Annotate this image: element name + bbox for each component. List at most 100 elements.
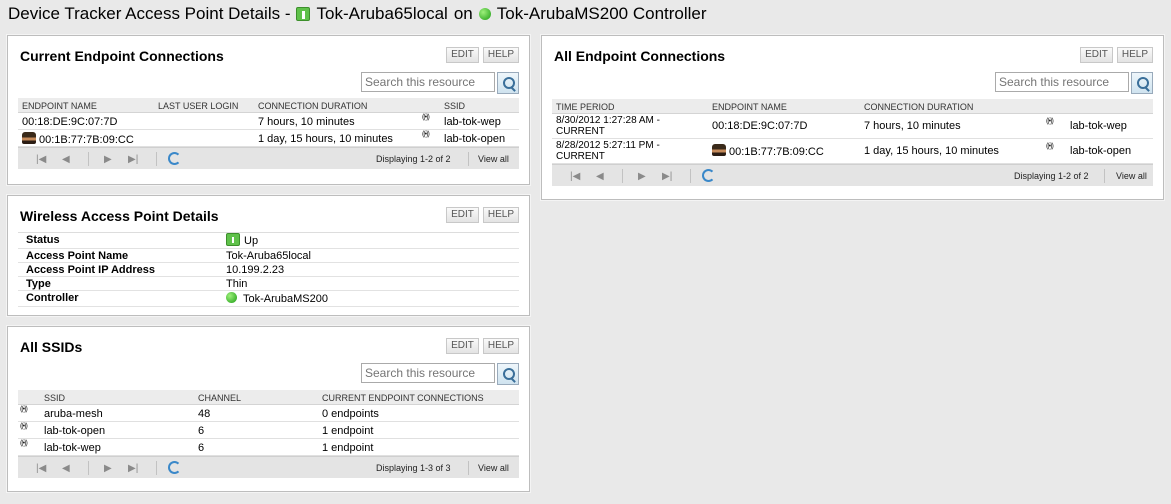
endpoint-name[interactable]: 00:18:DE:9C:07:7D	[22, 116, 117, 128]
wireless-ap-details-panel: Wireless Access Point Details EDIT HELP …	[7, 195, 530, 316]
prev-page-icon[interactable]: ◀	[62, 154, 70, 165]
search-icon[interactable]	[497, 363, 519, 385]
next-page-icon[interactable]: ▶	[104, 463, 112, 474]
detail-row-type: Type Thin	[18, 277, 519, 291]
detail-value: Up	[226, 233, 258, 247]
ssid[interactable]: lab-tok-open	[444, 133, 505, 145]
search-input[interactable]	[995, 72, 1129, 92]
view-all-link[interactable]: View all	[1116, 171, 1147, 181]
column-header[interactable]: SSID	[444, 101, 465, 111]
page-title-ap-name: Tok-Aruba65local	[316, 4, 448, 23]
search-input[interactable]	[361, 72, 495, 92]
refresh-icon[interactable]	[702, 169, 715, 182]
panel-title: All SSIDs	[20, 339, 83, 355]
table-header: TIME PERIOD ENDPOINT NAME CONNECTION DUR…	[552, 99, 1153, 114]
ssid[interactable]: lab-tok-wep	[1070, 120, 1127, 132]
view-all-link[interactable]: View all	[478, 154, 509, 164]
help-button[interactable]: HELP	[482, 47, 519, 63]
channel: 48	[198, 408, 211, 420]
table-row[interactable]: 8/30/2012 1:27:28 AM - CURRENT 00:18:DE:9…	[552, 114, 1153, 139]
help-button[interactable]: HELP	[482, 338, 519, 354]
table-row[interactable]: 8/28/2012 5:27:11 PM - CURRENT 00:1B:77:7…	[552, 139, 1153, 164]
column-header[interactable]: CONNECTION DURATION	[258, 101, 367, 111]
unknown-device-icon	[22, 132, 36, 144]
edit-button[interactable]: EDIT	[446, 338, 479, 354]
pagination-bar: |◀ ◀ ▶ ▶| Displaying 1-3 of 3 View all	[18, 456, 519, 478]
column-header[interactable]: CURRENT ENDPOINT CONNECTIONS	[322, 393, 484, 403]
next-page-icon[interactable]: ▶	[104, 154, 112, 165]
column-header[interactable]: CONNECTION DURATION	[864, 102, 973, 112]
help-button[interactable]: HELP	[482, 207, 519, 223]
column-header[interactable]: ENDPOINT NAME	[22, 101, 97, 111]
next-page-icon[interactable]: ▶	[638, 171, 646, 182]
first-page-icon[interactable]: |◀	[36, 463, 46, 474]
detail-row-ap-name: Access Point Name Tok-Aruba65local	[18, 249, 519, 263]
table-row[interactable]: lab-tok-wep 6 1 endpoint	[18, 439, 519, 456]
ssid[interactable]: lab-tok-open	[44, 425, 105, 437]
table-row[interactable]: 00:1B:77:7B:09:CC 1 day, 15 hours, 10 mi…	[18, 130, 519, 147]
last-page-icon[interactable]: ▶|	[128, 463, 138, 474]
pagination-bar: |◀ ◀ ▶ ▶| Displaying 1-2 of 2 View all	[552, 164, 1153, 186]
ssid[interactable]: lab-tok-open	[1070, 145, 1131, 157]
prev-page-icon[interactable]: ◀	[596, 171, 604, 182]
antenna-icon	[1046, 143, 1060, 159]
antenna-icon	[422, 131, 436, 147]
pagination-bar: |◀ ◀ ▶ ▶| Displaying 1-2 of 2 View all	[18, 147, 519, 169]
all-endpoint-connections-panel: All Endpoint Connections EDIT HELP TIME …	[541, 35, 1164, 200]
edit-button[interactable]: EDIT	[1080, 47, 1113, 63]
page-title: Device Tracker Access Point Details - To…	[8, 2, 707, 26]
endpoint-name[interactable]: 00:18:DE:9C:07:7D	[712, 120, 807, 132]
last-page-icon[interactable]: ▶|	[128, 154, 138, 165]
table-header: ENDPOINT NAME LAST USER LOGIN CONNECTION…	[18, 98, 519, 113]
view-all-link[interactable]: View all	[478, 463, 509, 473]
edit-button[interactable]: EDIT	[446, 207, 479, 223]
detail-value[interactable]: Tok-ArubaMS200	[226, 292, 328, 305]
displaying-text: Displaying 1-2 of 2	[376, 154, 451, 164]
column-header[interactable]: LAST USER LOGIN	[158, 101, 238, 111]
access-point-up-icon	[226, 233, 240, 246]
connection-duration: 7 hours, 10 minutes	[258, 116, 355, 128]
connection-duration: 1 day, 15 hours, 10 minutes	[258, 133, 393, 145]
column-header[interactable]: ENDPOINT NAME	[712, 102, 787, 112]
detail-key: Type	[26, 278, 51, 290]
connection-duration: 7 hours, 10 minutes	[864, 120, 961, 132]
column-header[interactable]: TIME PERIOD	[556, 102, 615, 112]
time-period: 8/30/2012 1:27:28 AM - CURRENT	[556, 115, 660, 137]
ssid[interactable]: lab-tok-wep	[444, 116, 501, 128]
column-header[interactable]: CHANNEL	[198, 393, 241, 403]
endpoint-count: 1 endpoint	[322, 425, 374, 437]
last-page-icon[interactable]: ▶|	[662, 171, 672, 182]
access-point-icon	[296, 7, 311, 21]
column-header[interactable]: SSID	[44, 393, 65, 403]
detail-value: Thin	[226, 278, 248, 290]
page-title-on: on	[453, 4, 473, 23]
refresh-icon[interactable]	[168, 461, 181, 474]
table-row[interactable]: aruba-mesh 48 0 endpoints	[18, 405, 519, 422]
page-title-controller: Tok-ArubaMS200 Controller	[496, 4, 707, 23]
search-icon[interactable]	[497, 72, 519, 94]
antenna-icon	[20, 440, 34, 456]
help-button[interactable]: HELP	[1116, 47, 1153, 63]
endpoint-name[interactable]: 00:1B:77:7B:09:CC	[22, 132, 134, 146]
endpoint-name[interactable]: 00:1B:77:7B:09:CC	[712, 144, 824, 158]
table-row[interactable]: lab-tok-open 6 1 endpoint	[18, 422, 519, 439]
panel-title: Wireless Access Point Details	[20, 208, 219, 224]
ssid[interactable]: aruba-mesh	[44, 408, 103, 420]
status-up-icon	[478, 8, 491, 20]
search-icon[interactable]	[1131, 72, 1153, 94]
channel: 6	[198, 425, 205, 437]
first-page-icon[interactable]: |◀	[570, 171, 580, 182]
search-input[interactable]	[361, 363, 495, 383]
first-page-icon[interactable]: |◀	[36, 154, 46, 165]
edit-button[interactable]: EDIT	[446, 47, 479, 63]
endpoint-count: 1 endpoint	[322, 442, 374, 454]
antenna-icon	[20, 423, 34, 439]
refresh-icon[interactable]	[168, 152, 181, 165]
page-title-prefix: Device Tracker Access Point Details -	[8, 4, 291, 23]
ssid[interactable]: lab-tok-wep	[44, 442, 101, 454]
table-header: SSID CHANNEL CURRENT ENDPOINT CONNECTION…	[18, 390, 519, 405]
prev-page-icon[interactable]: ◀	[62, 463, 70, 474]
detail-row-ip: Access Point IP Address 10.199.2.23	[18, 263, 519, 277]
displaying-text: Displaying 1-2 of 2	[1014, 171, 1089, 181]
table-row[interactable]: 00:18:DE:9C:07:7D 7 hours, 10 minutes la…	[18, 113, 519, 130]
